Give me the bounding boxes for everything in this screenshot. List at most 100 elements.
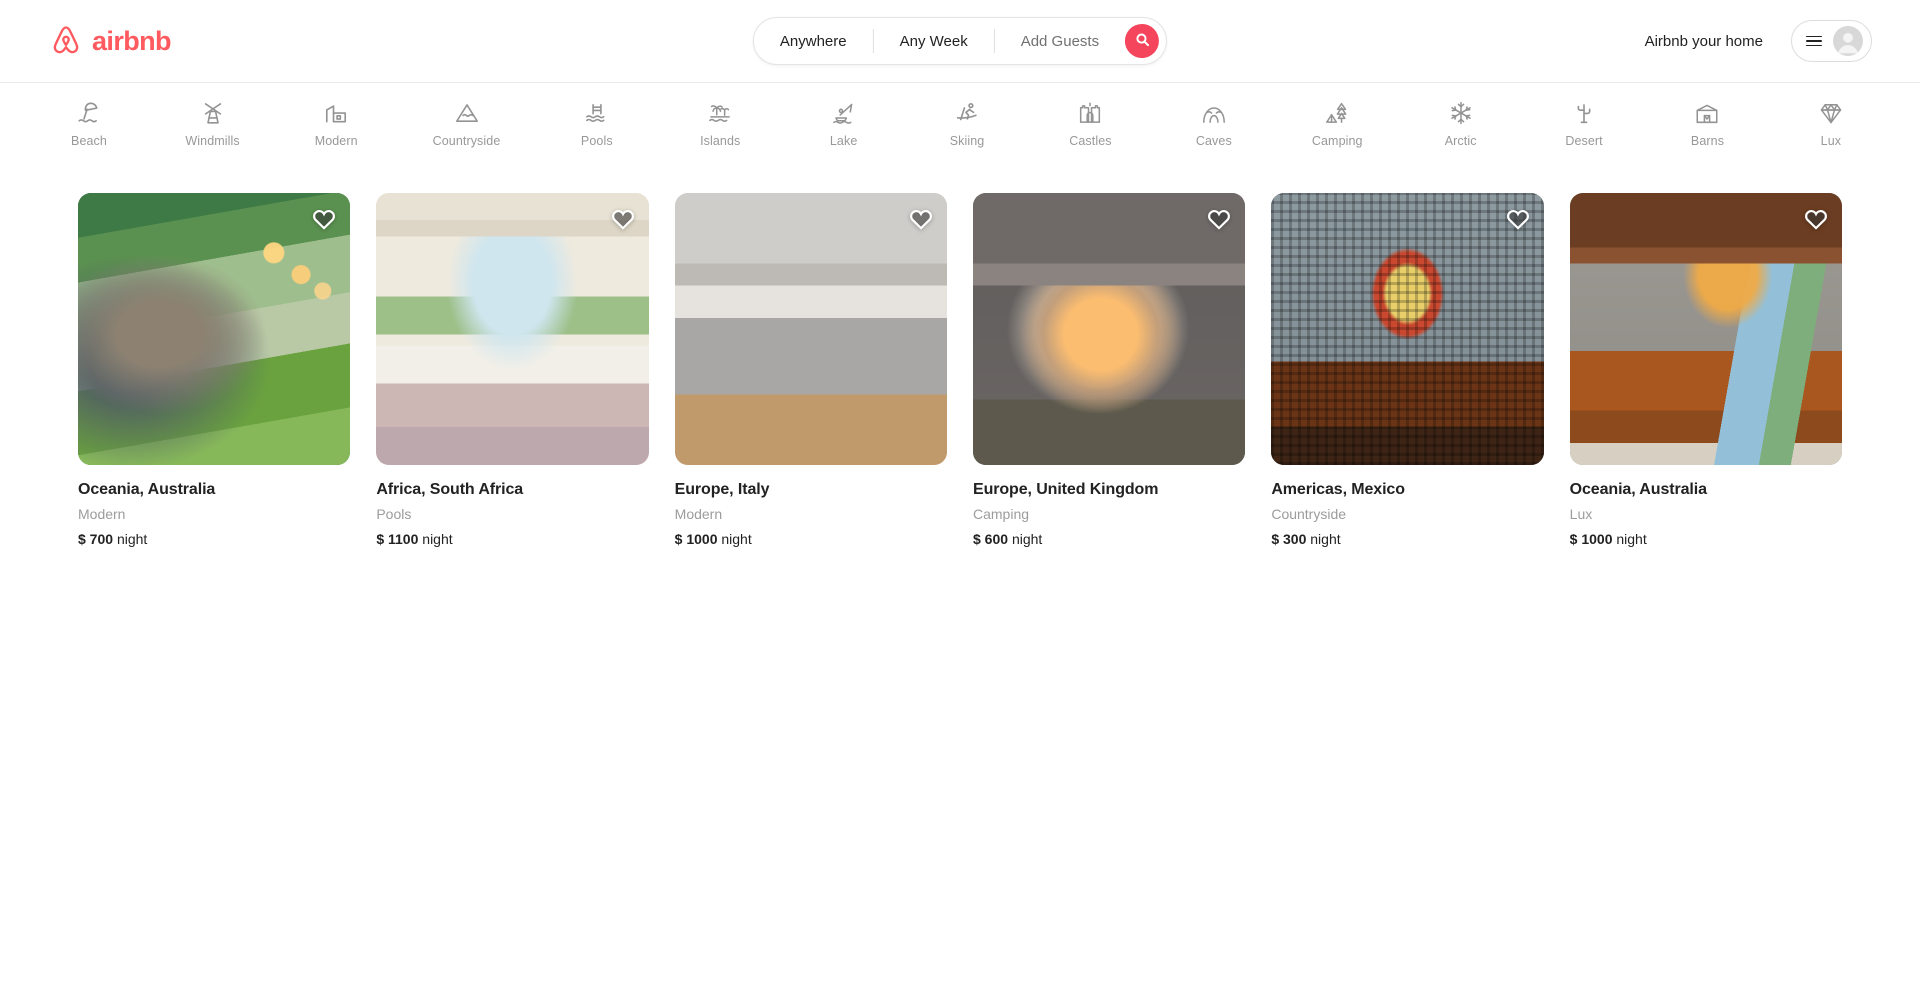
search-location-button[interactable]: Anywhere [754,18,873,64]
listing-price-unit: night [1616,531,1647,548]
listing-card[interactable]: Africa, South Africa Pools $ 1100 night [376,193,649,547]
listings-grid: Oceania, Australia Modern $ 700 night Af… [0,160,1920,547]
category-label: Countryside [432,134,501,148]
listing-photo-image [674,193,947,466]
listing-category: Modern [674,506,723,523]
search-dates-button[interactable]: Any Week [874,18,994,64]
category-label: Arctic [1444,134,1477,148]
category-label: Pools [580,134,613,148]
listing-price: $ 300 night [1271,531,1543,547]
listing-title: Americas, Mexico [1271,481,1405,499]
listing-price: $ 1100 night [376,531,648,547]
listing-price: $ 600 night [973,531,1245,547]
search-bar[interactable]: Anywhere Any Week Add Guests [752,17,1168,65]
listing-card[interactable]: Europe, Italy Modern $ 1000 night [674,193,947,548]
listing-photo[interactable] [1271,193,1544,466]
castle-icon [1077,100,1103,126]
listing-photo-image [376,193,649,466]
category-barns[interactable]: Barns [1680,100,1734,156]
category-skiing[interactable]: Skiing [940,100,994,156]
listing-card[interactable]: Oceania, Australia Modern $ 700 night [78,193,351,547]
listing-price-unit: night [1011,531,1043,548]
category-lake[interactable]: Lake [817,100,871,156]
fishing-boat-icon [831,100,857,126]
listing-price-amount: $ 1100 [376,531,419,548]
listing-photo[interactable] [1569,193,1842,466]
listing-photo-image [78,193,351,466]
category-desert[interactable]: Desert [1557,100,1611,156]
category-lux[interactable]: Lux [1804,100,1858,156]
site-header: airbnb Anywhere Any Week Add Guests Airb… [0,0,1920,83]
category-countryside[interactable]: Countryside [433,100,501,156]
user-menu-button[interactable] [1791,20,1872,62]
category-label: Beach [71,134,107,148]
windmill-icon [200,100,226,126]
cave-icon [1201,100,1227,126]
category-label: Modern [314,134,358,148]
category-label: Lux [1820,134,1842,148]
category-castles[interactable]: Castles [1063,100,1117,156]
heart-icon[interactable] [1505,206,1531,232]
barn-icon [1694,100,1720,126]
listing-price-amount: $ 700 [78,531,114,548]
listing-price-amount: $ 300 [1271,531,1307,548]
category-arctic[interactable]: Arctic [1434,100,1488,156]
listing-category: Lux [1569,506,1593,523]
heart-icon[interactable] [1803,206,1829,232]
listing-photo-image [1271,193,1544,466]
tent-tree-icon [1324,100,1350,126]
airbnb-logo-text: airbnb [92,25,172,56]
pool-ladder-icon [584,100,610,126]
listing-photo[interactable] [78,193,351,466]
airbnb-logo[interactable]: airbnb [48,23,172,59]
listing-price-amount: $ 600 [973,531,1009,548]
search-icon [1135,32,1150,50]
cactus-icon [1571,100,1597,126]
palm-island-icon [707,100,733,126]
listing-photo-image [973,193,1246,466]
heart-icon[interactable] [311,206,337,232]
modern-building-icon [323,100,349,126]
category-windmills[interactable]: Windmills [185,100,240,156]
listing-title: Africa, South Africa [376,481,524,499]
heart-icon[interactable] [610,206,636,232]
search-submit-button[interactable] [1125,24,1160,58]
listing-photo-image [1569,193,1842,466]
listing-price-unit: night [116,531,148,548]
listing-title: Oceania, Australia [78,481,216,499]
category-label: Lake [829,134,858,148]
diamond-icon [1818,100,1844,126]
listing-category: Modern [78,506,126,523]
category-pools[interactable]: Pools [570,100,624,156]
listing-price-unit: night [721,531,752,548]
category-label: Camping [1311,134,1363,148]
listing-price: $ 1000 night [1570,531,1842,547]
beach-umbrella-icon [76,100,102,126]
category-beach[interactable]: Beach [62,100,116,156]
search-guests-button[interactable]: Add Guests [995,18,1125,64]
listing-card[interactable]: Oceania, Australia Lux $ 1000 night [1569,193,1842,547]
listing-photo[interactable] [674,193,947,466]
listing-photo[interactable] [376,193,649,466]
listing-photo[interactable] [973,193,1246,466]
category-camping[interactable]: Camping [1310,100,1364,156]
heart-icon[interactable] [1206,206,1232,232]
listing-category: Pools [376,506,412,523]
category-caves[interactable]: Caves [1187,100,1241,156]
category-label: Islands [700,134,741,148]
listing-card[interactable]: Americas, Mexico Countryside $ 300 night [1271,193,1544,547]
listing-category: Countryside [1271,506,1347,523]
airbnb-your-home-link[interactable]: Airbnb your home [1631,21,1777,62]
listing-price-unit: night [1310,531,1341,548]
category-modern[interactable]: Modern [309,100,363,156]
listing-card[interactable]: Europe, United Kingdom Camping $ 600 nig… [973,193,1246,547]
user-avatar-icon [1833,26,1863,56]
category-label: Windmills [185,134,240,148]
listing-price: $ 700 night [78,531,350,547]
category-label: Desert [1565,134,1603,148]
mountain-icon [454,100,480,126]
heart-icon[interactable] [908,206,934,232]
listing-title: Europe, Italy [674,481,770,499]
category-islands[interactable]: Islands [693,100,747,156]
listing-title: Europe, United Kingdom [973,481,1159,499]
